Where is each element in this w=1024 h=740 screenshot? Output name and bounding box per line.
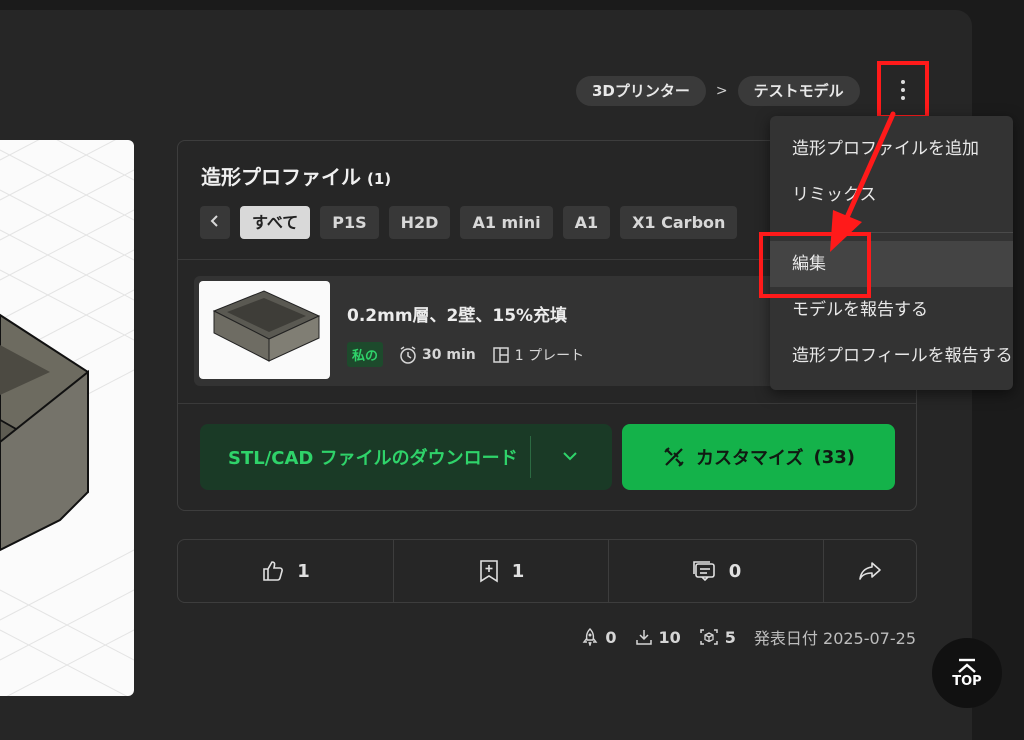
back-to-top-button[interactable]: TOP [932, 638, 1002, 708]
boost-count: 0 [605, 627, 617, 647]
profile-count: (1) [367, 170, 392, 188]
filter-chip-all[interactable]: すべて [240, 206, 311, 239]
filter-chip-a1-mini[interactable]: A1 mini [460, 206, 553, 239]
plate-count-value: 1 プレート [514, 347, 585, 364]
download-label: STL/CAD ファイルのダウンロード [228, 448, 518, 469]
filter-scroll-left-button[interactable] [200, 206, 230, 239]
profile-item-meta: 私の 30 min 1 プレート [347, 342, 584, 367]
profile-title-text: 造形プロファイル [201, 165, 361, 189]
filter-chip-x1-carbon[interactable]: X1 Carbon [620, 206, 738, 239]
model-preview[interactable] [0, 140, 134, 696]
menu-item-report-profile[interactable]: 造形プロフィールを報告する [770, 333, 1013, 379]
more-options-button[interactable] [877, 61, 929, 119]
filter-chip-p1s[interactable]: P1S [320, 206, 379, 239]
thumbnail-render [212, 290, 321, 362]
customize-tools-icon [664, 447, 684, 467]
bookmark-add-icon [479, 560, 498, 583]
chevron-up-icon [958, 658, 976, 673]
divider [178, 403, 916, 404]
print-count: 5 [724, 627, 736, 647]
print-time: 30 min [399, 345, 476, 364]
like-count: 1 [297, 560, 310, 582]
page: 3Dプリンター > テストモデル 造形プロファイル (1) すべて P1S H2D… [0, 0, 1024, 740]
alarm-clock-icon [400, 345, 416, 364]
profile-item-title: 0.2mm層、2壁、15%充填 [347, 306, 568, 326]
comment-button[interactable]: 0 [609, 540, 824, 602]
model-stats-footer: 0 10 5 発表日付 2025-07-25 [581, 625, 916, 649]
download-files-button[interactable]: STL/CAD ファイルのダウンロード [200, 424, 612, 490]
breadcrumb-separator: > [715, 83, 728, 99]
profile-thumbnail [199, 281, 330, 379]
filter-chip-a1[interactable]: A1 [562, 206, 611, 239]
print-time-value: 30 min [422, 346, 476, 363]
collect-button[interactable]: 1 [394, 540, 609, 602]
comment-icon [692, 561, 715, 582]
chevron-down-icon [563, 452, 577, 461]
menu-item-remix[interactable]: リミックス [770, 172, 1013, 218]
breadcrumb-item-category[interactable]: 3Dプリンター [576, 76, 706, 106]
more-vertical-icon [901, 80, 905, 100]
rocket-icon [582, 628, 598, 646]
download-options-toggle[interactable] [562, 446, 578, 471]
annotation-highlight-box [759, 232, 871, 298]
download-stat: 10 [635, 628, 681, 647]
menu-item-add-profile[interactable]: 造形プロファイルを追加 [770, 126, 1013, 172]
plate-count: 1 プレート [492, 345, 584, 365]
thumbs-up-icon [263, 561, 284, 581]
download-icon [635, 630, 652, 645]
button-separator [530, 436, 531, 478]
engagement-bar: 1 1 0 [177, 539, 917, 603]
my-profile-badge: 私の [347, 342, 384, 367]
customize-count: (33) [813, 446, 855, 468]
customize-button[interactable]: カスタマイズ (33) [622, 424, 895, 490]
collect-count: 1 [511, 560, 525, 582]
share-icon [859, 562, 881, 580]
plate-icon [492, 346, 509, 363]
chevron-left-icon [210, 215, 218, 227]
share-button[interactable] [824, 540, 916, 602]
download-count: 10 [658, 627, 681, 647]
back-to-top-label: TOP [952, 673, 982, 689]
profile-section-title: 造形プロファイル (1) [201, 161, 391, 190]
printer-filter-row: すべて P1S H2D A1 mini A1 X1 Carbon [200, 206, 738, 239]
boost-stat: 0 [581, 627, 617, 647]
customize-label: カスタマイズ [696, 448, 804, 469]
breadcrumb: 3Dプリンター > テストモデル [576, 76, 860, 106]
breadcrumb-item-model[interactable]: テストモデル [737, 76, 860, 106]
filter-chip-h2d[interactable]: H2D [388, 206, 451, 239]
publish-date: 発表日付 2025-07-25 [753, 629, 916, 648]
like-button[interactable]: 1 [178, 540, 394, 602]
model-render [0, 140, 134, 696]
comment-count: 0 [728, 560, 742, 582]
print-cube-icon [700, 629, 718, 645]
print-stat: 5 [699, 628, 736, 647]
